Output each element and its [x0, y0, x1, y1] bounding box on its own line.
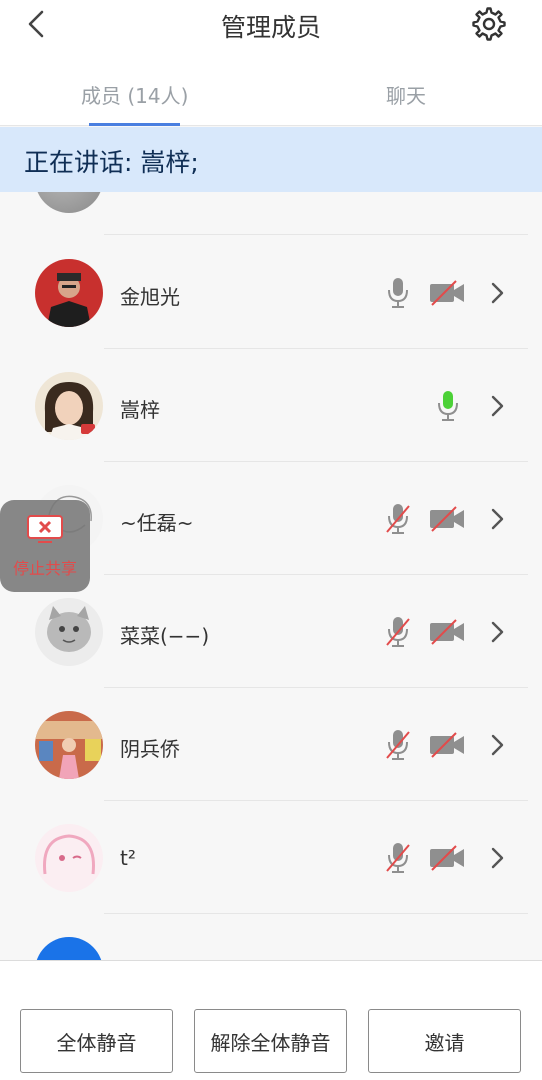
- microphone-icon[interactable]: [385, 276, 411, 310]
- member-name: 阴兵侨: [120, 737, 180, 761]
- camera-off-icon[interactable]: [428, 617, 466, 647]
- screen-share-stop-icon: [27, 515, 63, 543]
- camera-off-icon[interactable]: [428, 278, 466, 308]
- avatar: [35, 711, 103, 779]
- avatar: [35, 372, 103, 440]
- tab-members[interactable]: 成员 (14人): [81, 80, 188, 109]
- member-name: t²: [120, 846, 136, 870]
- row-divider: [104, 234, 528, 235]
- avatar: [35, 598, 103, 666]
- camera-off-icon[interactable]: [428, 843, 466, 873]
- microphone-muted-icon[interactable]: [385, 841, 411, 875]
- active-tab-indicator: [89, 123, 180, 126]
- stop-share-button[interactable]: 停止共享: [0, 500, 90, 592]
- avatar: [35, 824, 103, 892]
- member-row[interactable]: [0, 192, 542, 235]
- microphone-muted-icon[interactable]: [385, 502, 411, 536]
- member-row[interactable]: [0, 914, 542, 960]
- gear-icon[interactable]: [470, 5, 508, 43]
- chevron-right-icon[interactable]: [488, 392, 506, 420]
- chevron-right-icon[interactable]: [488, 505, 506, 533]
- mute-all-button[interactable]: 全体静音: [20, 1009, 173, 1073]
- page-title: 管理成员: [220, 13, 321, 42]
- avatar: [35, 259, 103, 327]
- member-row[interactable]: 嵩梓: [0, 349, 542, 462]
- member-name: 菜菜(−−): [120, 624, 210, 648]
- member-row[interactable]: 菜菜(−−): [0, 575, 542, 688]
- chevron-right-icon[interactable]: [488, 844, 506, 872]
- avatar: [35, 937, 103, 960]
- chevron-right-icon[interactable]: [488, 618, 506, 646]
- tab-chat[interactable]: 聊天: [386, 80, 426, 109]
- invite-button[interactable]: 邀请: [368, 1009, 521, 1073]
- member-row[interactable]: 金旭光: [0, 236, 542, 349]
- camera-off-icon[interactable]: [428, 730, 466, 760]
- microphone-muted-icon[interactable]: [385, 615, 411, 649]
- stop-share-label: 停止共享: [12, 559, 77, 578]
- chevron-right-icon[interactable]: [488, 279, 506, 307]
- member-name: ~任磊~: [120, 511, 194, 535]
- avatar: [35, 192, 103, 213]
- speaking-banner: 正在讲话: 嵩梓;: [0, 127, 542, 192]
- tab-bar: 成员 (14人) 聊天: [0, 50, 542, 126]
- microphone-muted-icon[interactable]: [385, 728, 411, 762]
- microphone-active-icon[interactable]: [435, 389, 461, 423]
- member-row[interactable]: t²: [0, 801, 542, 914]
- top-bar: 管理成员: [0, 0, 542, 50]
- member-row[interactable]: 阴兵侨: [0, 688, 542, 801]
- camera-off-icon[interactable]: [428, 504, 466, 534]
- speaking-text: 正在讲话: 嵩梓;: [24, 148, 199, 177]
- member-name: 金旭光: [120, 285, 180, 309]
- bottom-action-bar: 全体静音 解除全体静音 邀请: [0, 960, 542, 1080]
- unmute-all-button[interactable]: 解除全体静音: [194, 1009, 347, 1073]
- chevron-right-icon[interactable]: [488, 731, 506, 759]
- member-name: 嵩梓: [120, 398, 160, 422]
